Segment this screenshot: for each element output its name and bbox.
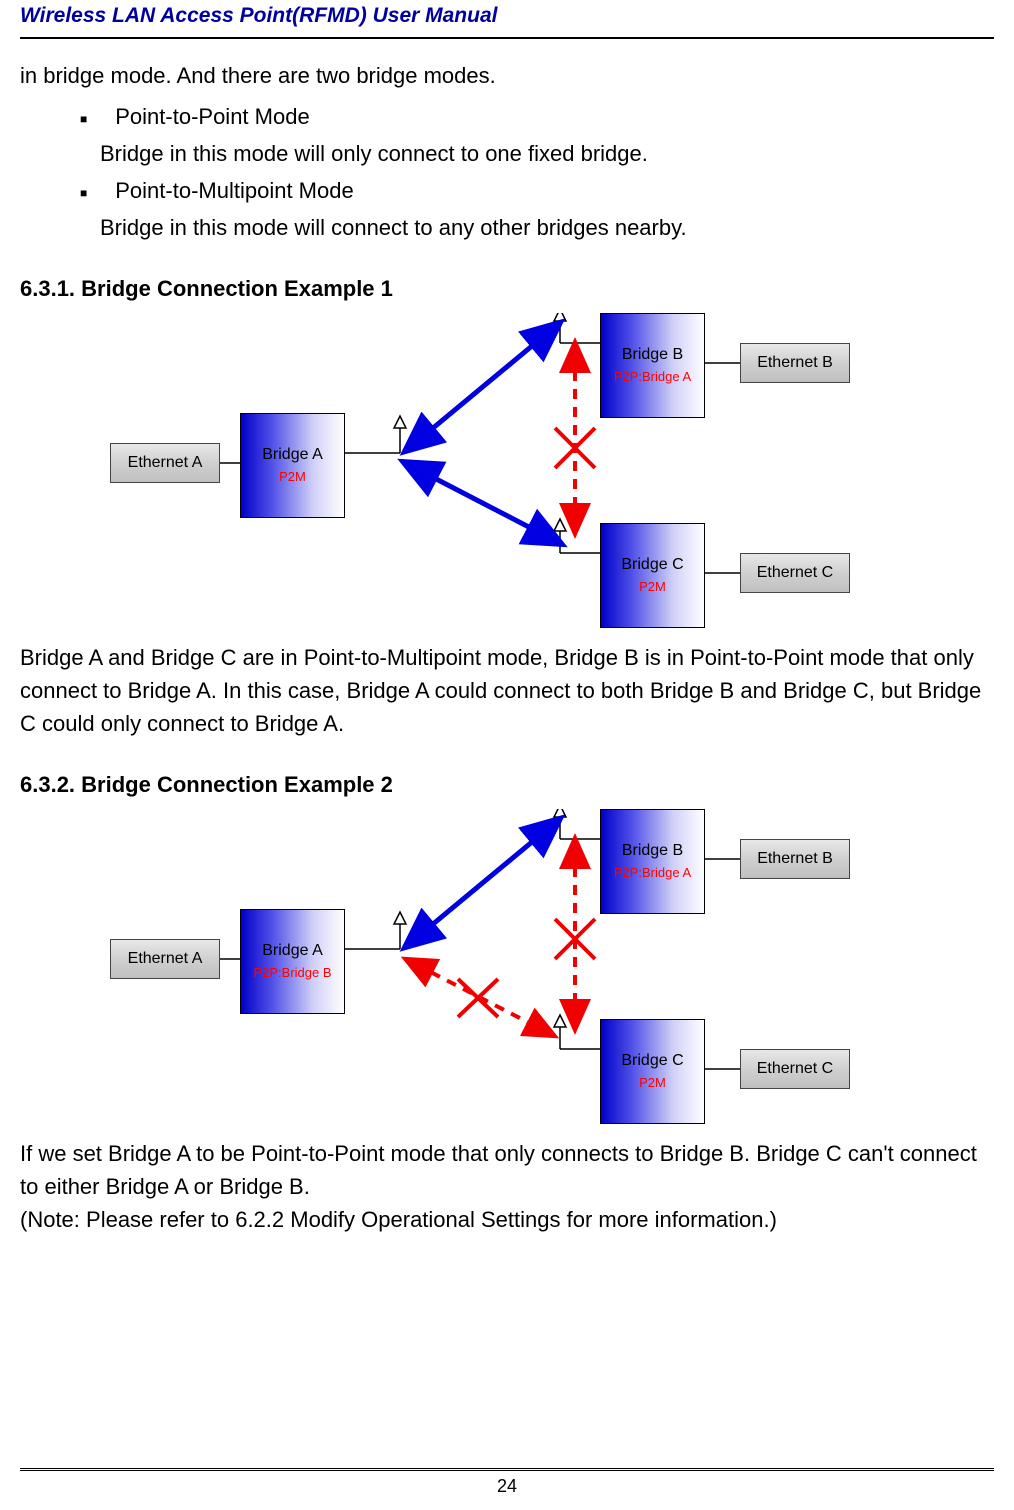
bullet-icon: ■ [80,184,87,202]
ethernet-b-box-2: Ethernet B [740,839,850,879]
diagram-1: Ethernet A Bridge A P2M Bridge B P2P:Bri… [20,313,994,623]
bridge-b-label: Bridge B [622,343,683,367]
bridge-b-box: Bridge B P2P:Bridge A [600,313,705,418]
page-header: Wireless LAN Access Point(RFMD) User Man… [20,0,994,39]
bridge-b-box-2: Bridge B P2P:Bridge A [600,809,705,914]
section-2-title: 6.3.2. Bridge Connection Example 2 [20,768,994,801]
section-1-title: 6.3.1. Bridge Connection Example 1 [20,272,994,305]
bridge-a-sub-2: P2P:Bridge B [253,963,331,983]
section-2-note: (Note: Please refer to 6.2.2 Modify Oper… [20,1203,994,1236]
ethernet-a-box-2: Ethernet A [110,939,220,979]
p2p-title: Point-to-Point Mode [115,100,309,133]
bridge-b-sub: P2P:Bridge A [614,367,691,387]
ethernet-c-box: Ethernet C [740,553,850,593]
bridge-c-box: Bridge C P2M [600,523,705,628]
p2m-desc: Bridge in this mode will connect to any … [20,211,994,244]
bridge-c-box-2: Bridge C P2M [600,1019,705,1124]
p2m-title: Point-to-Multipoint Mode [115,174,353,207]
diagram-2: Ethernet A Bridge A P2P:Bridge B Bridge … [20,809,994,1119]
intro-text: in bridge mode. And there are two bridge… [20,59,994,92]
bridge-b-sub-2: P2P:Bridge A [614,863,691,883]
section-1-desc: Bridge A and Bridge C are in Point-to-Mu… [20,641,994,740]
page-number: 24 [497,1476,517,1496]
bullet-icon: ■ [80,110,87,128]
bridge-a-box: Bridge A P2M [240,413,345,518]
bridge-a-sub: P2M [279,467,306,487]
page-footer: 24 [20,1468,994,1500]
ethernet-c-box-2: Ethernet C [740,1049,850,1089]
p2p-desc: Bridge in this mode will only connect to… [20,137,994,170]
ethernet-b-box: Ethernet B [740,343,850,383]
section-2-desc: If we set Bridge A to be Point-to-Point … [20,1137,994,1203]
bridge-c-label-2: Bridge C [621,1049,683,1073]
bridge-c-sub-2: P2M [639,1073,666,1093]
bridge-a-box-2: Bridge A P2P:Bridge B [240,909,345,1014]
ethernet-a-box: Ethernet A [110,443,220,483]
list-item: ■ Point-to-Point Mode [80,100,994,133]
bridge-c-sub: P2M [639,577,666,597]
bridge-b-label-2: Bridge B [622,839,683,863]
bridge-a-label: Bridge A [262,443,322,467]
list-item: ■ Point-to-Multipoint Mode [80,174,994,207]
bridge-a-label-2: Bridge A [262,939,322,963]
bridge-c-label: Bridge C [621,553,683,577]
mode-list-2: ■ Point-to-Multipoint Mode [20,174,994,207]
mode-list: ■ Point-to-Point Mode [20,100,994,133]
